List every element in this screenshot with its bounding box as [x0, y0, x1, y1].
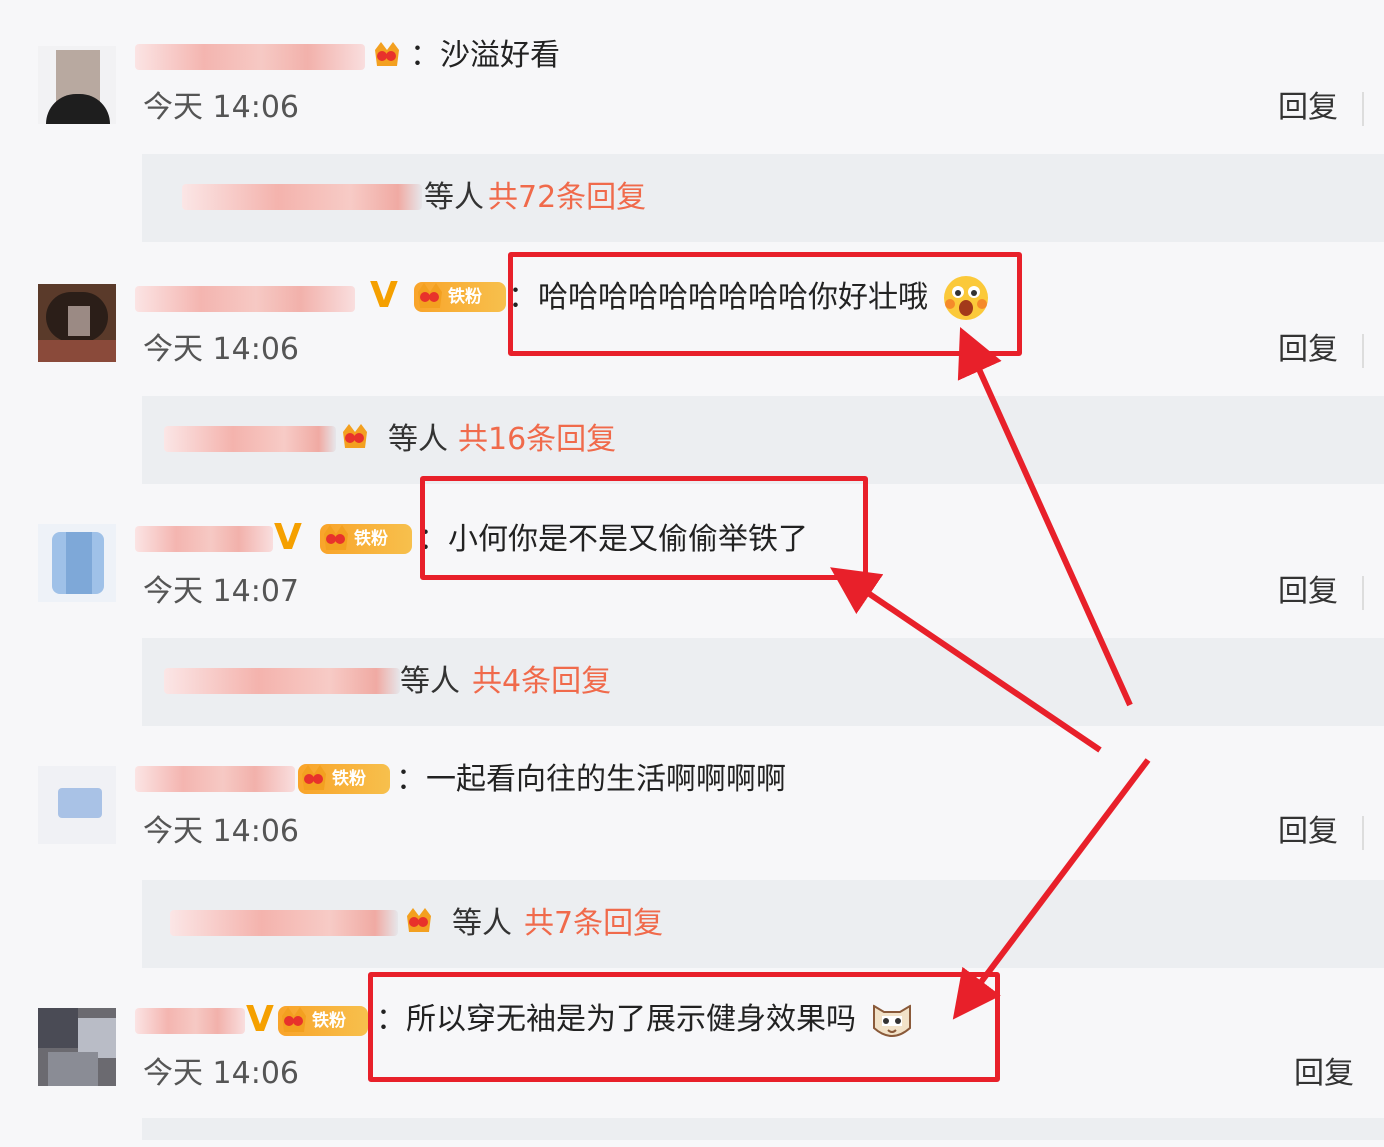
thread-reply-count[interactable]: 共4条回复: [472, 664, 611, 700]
comment-text: ：一起看向往的生活啊啊啊啊: [396, 762, 786, 797]
fan-badge: 铁粉: [298, 764, 390, 794]
reply-button[interactable]: 回复: [1278, 332, 1338, 368]
crown-icon: [407, 908, 431, 932]
fan-badge-label: 铁粉: [312, 1011, 346, 1031]
comment-text: ：沙溢好看: [410, 38, 560, 73]
username-blurred[interactable]: [135, 44, 365, 70]
fan-badge-label: 铁粉: [448, 287, 482, 307]
avatar[interactable]: [38, 524, 116, 602]
reply-thread-summary[interactable]: 等人 共4条回复: [142, 638, 1384, 726]
fan-badge: 铁粉: [320, 524, 412, 554]
fan-badge-icon: [324, 525, 348, 550]
highlight-box: [368, 972, 1000, 1082]
reply-thread-summary[interactable]: 等人 共72条回复: [142, 154, 1384, 242]
comment-time: 今天 14:07: [143, 574, 299, 609]
replier-names-blurred: [164, 668, 400, 694]
avatar[interactable]: [38, 766, 116, 844]
thread-who: 等人: [388, 422, 448, 457]
verified-v-icon: V: [274, 517, 302, 558]
comment-time: 今天 14:06: [143, 1056, 299, 1091]
avatar[interactable]: [38, 284, 116, 362]
reply-button[interactable]: 回复: [1294, 1056, 1354, 1092]
crown-icon: [343, 424, 367, 448]
thread-who: 等人: [424, 180, 484, 215]
divider: [1362, 816, 1364, 850]
replier-names-blurred: [170, 910, 398, 936]
reply-button[interactable]: 回复: [1278, 90, 1338, 126]
highlight-box: [508, 252, 1022, 356]
username-blurred[interactable]: [135, 1008, 245, 1034]
replier-names-blurred: [182, 184, 422, 210]
thread-who: 等人: [400, 664, 460, 699]
username-blurred[interactable]: [135, 286, 355, 312]
avatar[interactable]: [38, 1008, 116, 1086]
fan-badge: 铁粉: [278, 1006, 368, 1036]
thread-reply-count[interactable]: 共7条回复: [524, 906, 663, 942]
username-blurred[interactable]: [135, 526, 273, 552]
thread-reply-count[interactable]: 共16条回复: [458, 422, 616, 458]
username-blurred[interactable]: [135, 766, 295, 792]
thread-who: 等人: [452, 906, 512, 941]
crown-icon: [375, 42, 399, 66]
fan-badge: 铁粉: [414, 282, 506, 312]
verified-v-icon: V: [370, 275, 398, 316]
fan-badge-icon: [302, 765, 326, 790]
reply-button[interactable]: 回复: [1278, 574, 1338, 610]
comment-time: 今天 14:06: [143, 814, 299, 849]
divider: [1362, 92, 1364, 126]
fan-badge-label: 铁粉: [332, 769, 366, 789]
thread-reply-count[interactable]: 共72条回复: [488, 180, 646, 216]
replier-names-blurred: [164, 426, 336, 452]
reply-button[interactable]: 回复: [1278, 814, 1338, 850]
fan-badge-icon: [418, 283, 442, 308]
comment-time: 今天 14:06: [143, 332, 299, 367]
divider: [1362, 334, 1364, 368]
fan-badge-label: 铁粉: [354, 529, 388, 549]
comment-time: 今天 14:06: [143, 90, 299, 125]
reply-thread-summary[interactable]: 等人 共16条回复: [142, 396, 1384, 484]
divider: [1362, 576, 1364, 610]
verified-v-icon: V: [246, 999, 274, 1040]
avatar[interactable]: [38, 46, 116, 124]
highlight-box: [420, 476, 868, 580]
reply-thread-summary[interactable]: 等人 共7条回复: [142, 880, 1384, 968]
fan-badge-icon: [282, 1007, 306, 1032]
reply-thread-summary-partial: [142, 1118, 1384, 1140]
